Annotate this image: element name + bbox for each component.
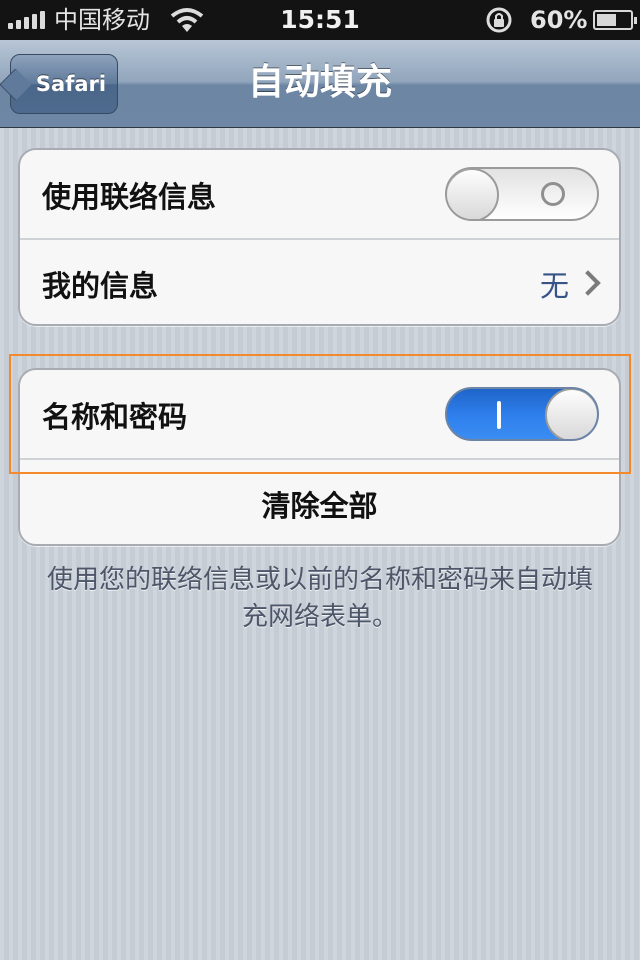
back-button-label: Safari — [35, 72, 107, 96]
use-contact-info-switch[interactable] — [445, 167, 599, 221]
clear-all-label: 清除全部 — [261, 489, 378, 523]
switch-knob — [447, 169, 499, 219]
my-info-value: 无 — [539, 269, 569, 303]
rotation-lock-icon — [486, 7, 512, 33]
page-title: 自动填充 — [247, 62, 392, 103]
footnote-text: 使用您的联络信息或以前的名称和密码来自动填充网络表单。 — [46, 565, 593, 632]
back-arrow-icon — [0, 68, 32, 101]
navigation-bar: Safari 自动填充 — [0, 40, 640, 128]
use-contact-info-row: 使用联络信息 — [20, 150, 619, 238]
use-contact-info-label: 使用联络信息 — [42, 180, 217, 214]
switch-off-indicator-icon — [541, 182, 565, 206]
my-info-row[interactable]: 我的信息 无 — [20, 240, 619, 324]
contact-info-group: 使用联络信息 我的信息 无 — [18, 148, 621, 326]
my-info-label: 我的信息 — [42, 269, 159, 303]
battery-percent: 60% — [530, 6, 588, 34]
status-bar: 中国移动 15:51 60% — [0, 0, 640, 40]
chevron-right-icon — [575, 270, 601, 296]
highlight-box — [9, 354, 631, 474]
battery-icon — [593, 10, 637, 30]
back-button[interactable]: Safari — [0, 54, 118, 114]
